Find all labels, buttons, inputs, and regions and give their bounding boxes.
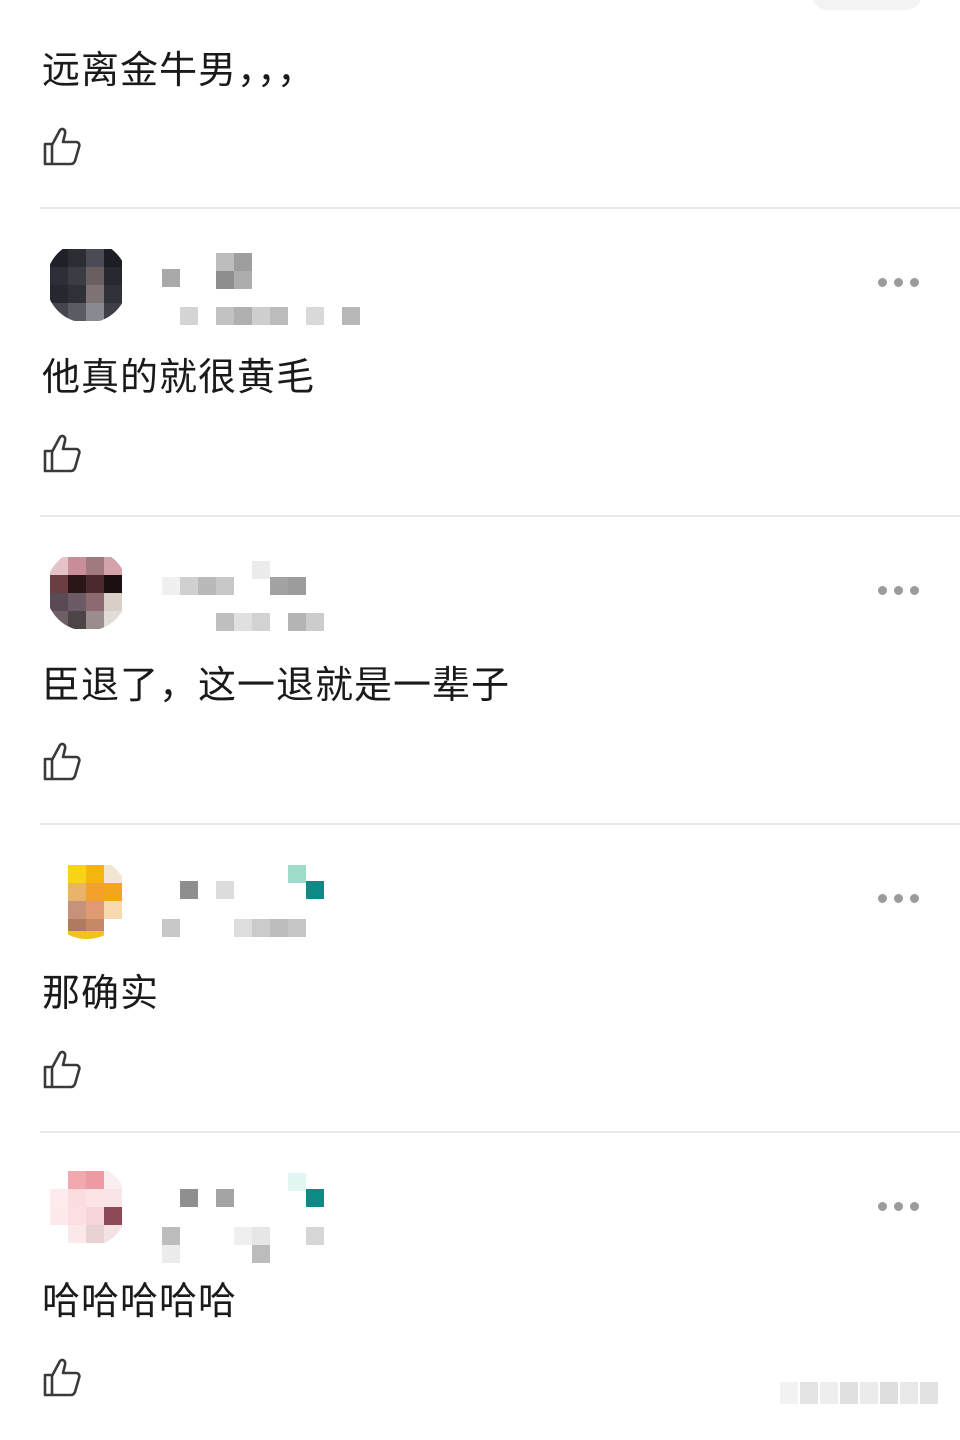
username-obscured [160,249,370,333]
thumbs-up-icon [43,434,81,473]
username-obscured [160,1173,370,1263]
like-button[interactable] [42,433,82,473]
comment-item-4: 那确实 [0,825,960,1132]
more-dot [878,586,887,595]
thumbs-up-icon [43,127,81,166]
username-obscured [160,557,370,641]
comment-text: 他真的就很黄毛 [42,355,316,399]
more-options-button[interactable] [878,891,920,905]
comment-text: 哈哈哈哈哈 [42,1279,238,1323]
like-button[interactable] [42,126,82,166]
more-dot [878,1202,887,1211]
user-avatar[interactable] [46,1165,128,1247]
comment-text: 那确实 [42,971,160,1015]
comment-item-1: 远离金牛男，，， [0,0,960,209]
comment-text: 臣退了，这一退就是一辈子 [42,663,511,707]
more-options-button[interactable] [878,1199,920,1213]
more-dot [894,278,903,287]
user-avatar[interactable] [46,241,128,323]
username-obscured [160,865,370,949]
user-avatar[interactable] [46,857,128,939]
watermark-obscured [780,1382,950,1406]
more-dot [894,1202,903,1211]
thumbs-up-icon [43,1050,81,1089]
more-options-button[interactable] [878,275,920,289]
like-button[interactable] [42,741,82,781]
like-button[interactable] [42,1049,82,1089]
more-options-button[interactable] [878,583,920,597]
more-dot [910,1202,919,1211]
more-dot [878,894,887,903]
more-dot [910,586,919,595]
thumbs-up-icon [43,1358,81,1397]
more-dot [910,894,919,903]
like-button[interactable] [42,1357,82,1397]
thumbs-up-icon [43,742,81,781]
more-dot [910,278,919,287]
comment-item-2: 他真的就很黄毛 [0,209,960,516]
comment-item-3: 臣退了，这一退就是一辈子 [0,517,960,824]
more-dot [894,894,903,903]
user-avatar[interactable] [46,549,128,631]
more-dot [878,278,887,287]
more-dot [894,586,903,595]
comment-text: 远离金牛男，，， [42,48,317,92]
